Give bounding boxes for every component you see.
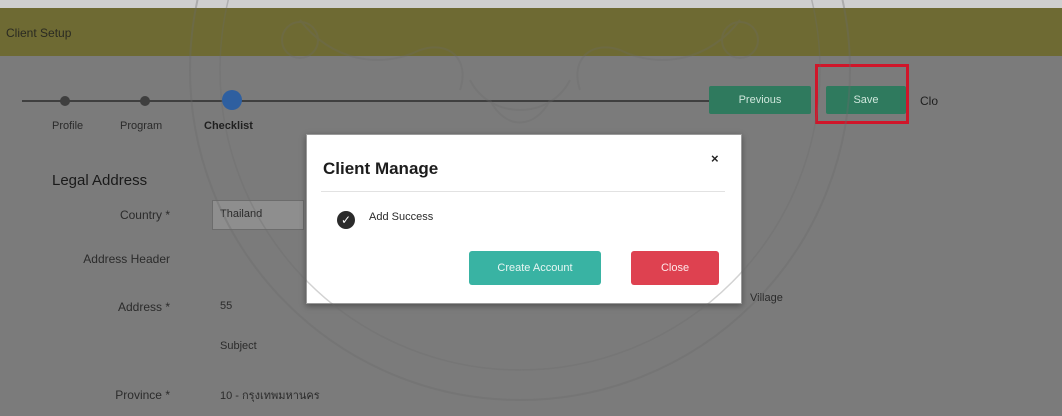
create-account-button[interactable]: Create Account (469, 251, 601, 285)
modal-title: Client Manage (323, 159, 439, 178)
modal-divider (321, 191, 725, 192)
wizard-step-label[interactable]: Program (120, 120, 162, 132)
close-button-label: Close (660, 262, 690, 274)
wizard-step-label[interactable]: Profile (52, 120, 83, 132)
close-icon[interactable]: × (711, 151, 719, 166)
field-value[interactable]: Subject (220, 340, 257, 352)
client-manage-modal: Client Manage × ✓ Add Success Create Acc… (306, 134, 742, 304)
wizard-step-3-dot[interactable] (222, 90, 242, 110)
field-label: Address Header (83, 252, 170, 266)
wizard-step-label[interactable]: Checklist (204, 120, 253, 132)
create-account-label: Create Account (497, 262, 573, 274)
field-value: Thailand (220, 208, 263, 220)
check-circle-icon: ✓ (337, 211, 355, 229)
screen: Client Setup Profile Program Checklist P… (0, 0, 1062, 416)
field-label: Country * (119, 208, 170, 222)
field-value[interactable]: Village (750, 292, 783, 304)
section-title: Legal Address (52, 172, 148, 189)
success-message: Add Success (369, 211, 434, 223)
window-title: Client Setup (6, 26, 72, 40)
field-label: Province * (115, 388, 170, 402)
field-value[interactable]: 10 - กรุงเทพมหานคร (220, 386, 320, 404)
wizard-progress-line (22, 100, 712, 102)
previous-button-label: Previous (738, 94, 782, 106)
field-value[interactable]: 55 (220, 300, 232, 312)
highlight-annotation (815, 64, 909, 124)
wizard-step-2-dot[interactable] (140, 96, 150, 106)
close-link[interactable]: Clo (920, 94, 938, 108)
wizard-step-1-dot[interactable] (60, 96, 70, 106)
previous-button[interactable]: Previous (709, 86, 811, 114)
field-label: Address * (117, 300, 170, 314)
title-bar: Client Setup (0, 8, 1062, 56)
close-button[interactable]: Close (631, 251, 719, 285)
